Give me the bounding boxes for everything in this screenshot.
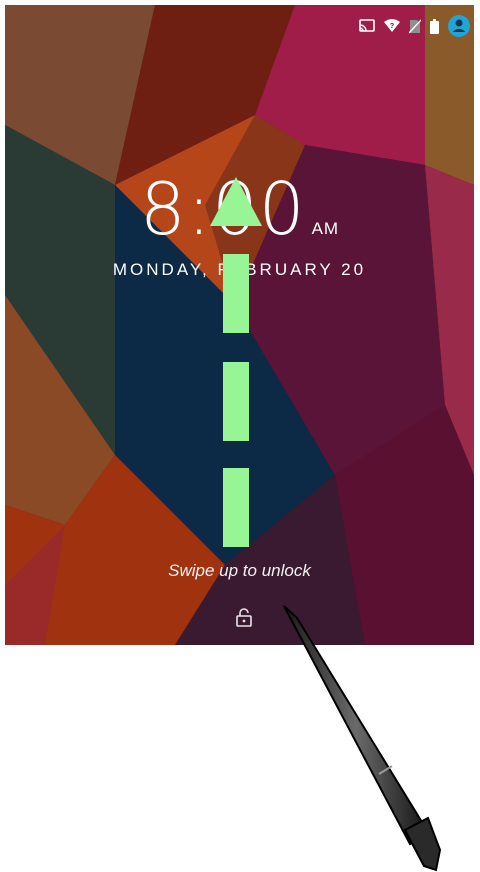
clock-ampm: AM — [311, 219, 340, 238]
lock-icon[interactable] — [235, 607, 253, 627]
status-bar: ? — [359, 15, 470, 37]
lockscreen-date: MONDAY, FEBRUARY 20 — [112, 260, 367, 279]
battery-icon — [430, 18, 439, 34]
lockscreen-clock: 8:00 AM — [5, 167, 474, 251]
device-screen: ? 8:00 AM MONDAY, FEBRUARY 20 Swipe up to… — [5, 5, 474, 645]
user-avatar-icon[interactable] — [448, 15, 470, 37]
unlock-hint: Swipe up to unlock — [168, 561, 311, 580]
clock-time: 8:00 — [139, 167, 306, 251]
svg-text:?: ? — [390, 23, 394, 30]
cast-icon — [359, 19, 375, 32]
wifi-icon: ? — [384, 19, 400, 32]
wallpaper — [5, 5, 474, 645]
no-sim-icon — [409, 19, 421, 33]
